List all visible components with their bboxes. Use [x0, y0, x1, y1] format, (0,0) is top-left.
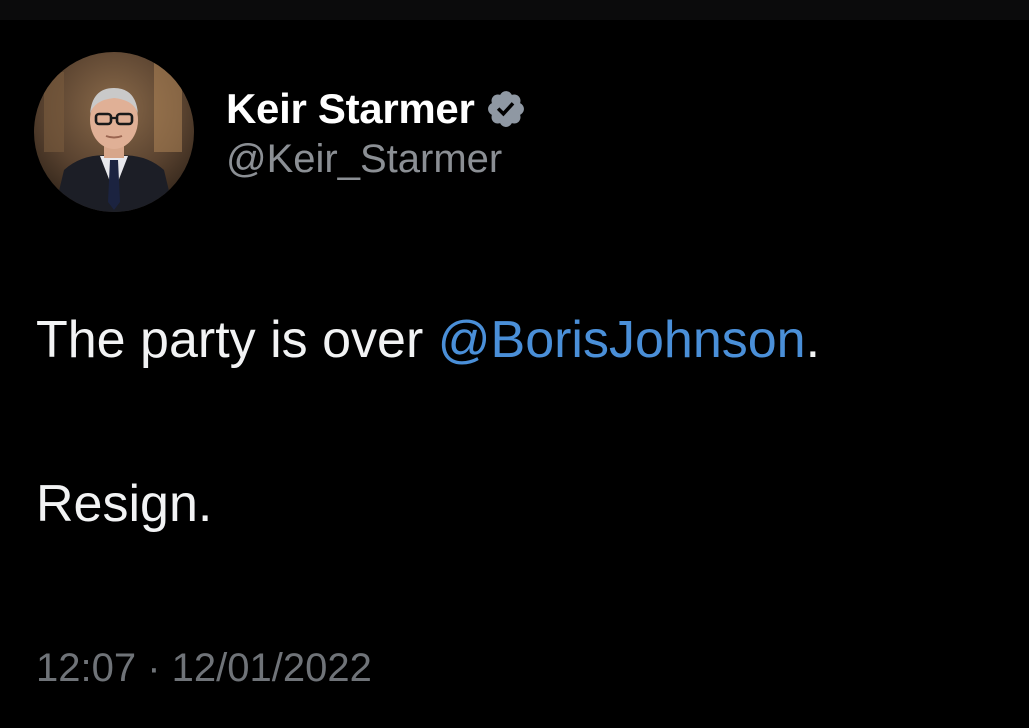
- avatar-image: [34, 52, 194, 212]
- mention-link[interactable]: @BorisJohnson: [438, 311, 806, 369]
- status-strip: [0, 0, 1029, 20]
- tweet-text-segment: The party is over: [36, 311, 438, 369]
- tweet-date: 12/01/2022: [171, 646, 372, 690]
- tweet-text-punctuation: .: [805, 311, 821, 369]
- tweet-header: Keir Starmer @Keir_Starmer: [34, 52, 527, 212]
- meta-separator: ·: [136, 646, 172, 690]
- author-handle[interactable]: @Keir_Starmer: [226, 137, 527, 182]
- tweet-text: The party is over @BorisJohnson. Resign.: [36, 308, 996, 536]
- display-name[interactable]: Keir Starmer: [226, 85, 475, 133]
- author-names: Keir Starmer @Keir_Starmer: [226, 83, 527, 182]
- tweet-card: Keir Starmer @Keir_Starmer The party is …: [0, 20, 1029, 728]
- tweet-line-1: The party is over @BorisJohnson.: [36, 308, 996, 372]
- tweet-time: 12:07: [36, 646, 137, 690]
- tweet-timestamp[interactable]: 12:07 · 12/01/2022: [36, 646, 372, 691]
- avatar[interactable]: [34, 52, 194, 212]
- tweet-line-2: Resign.: [36, 475, 213, 533]
- display-name-row: Keir Starmer: [226, 83, 527, 135]
- verified-badge-icon[interactable]: [485, 88, 527, 130]
